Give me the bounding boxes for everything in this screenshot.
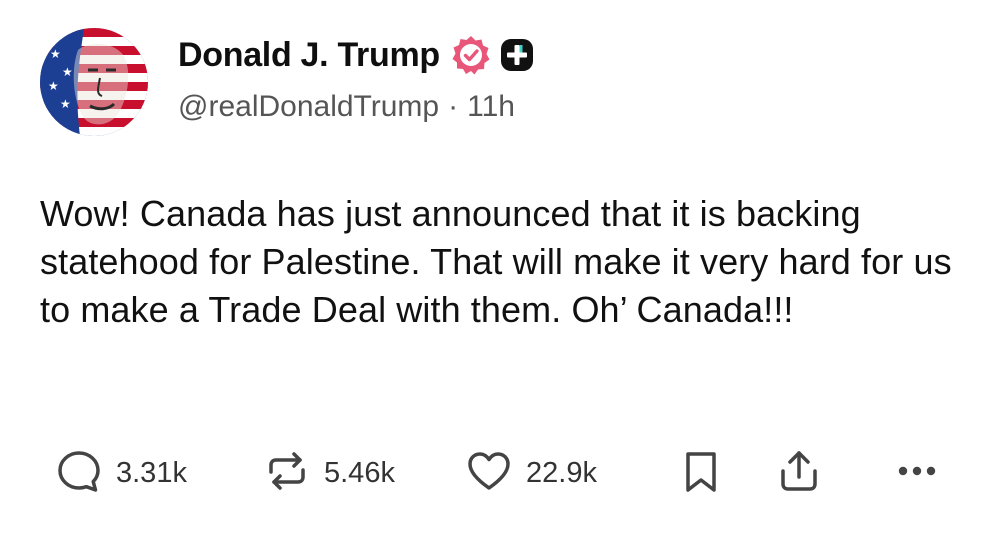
- author-meta: @realDonaldTrump · 11h: [178, 90, 515, 124]
- svg-text:★: ★: [60, 97, 71, 111]
- author-display-name[interactable]: Donald J. Trump: [178, 36, 440, 75]
- repost-count: 5.46k: [324, 456, 395, 489]
- avatar-image: ★ ★ ★ ★: [40, 28, 148, 136]
- reply-button[interactable]: 3.31k: [54, 445, 187, 501]
- heart-icon: [464, 446, 514, 501]
- bookmark-button[interactable]: [676, 445, 726, 501]
- post-timestamp[interactable]: 11h: [467, 90, 515, 124]
- post-card: ★ ★ ★ ★ Donald J. Trump @realDonaldTrump…: [0, 0, 1000, 540]
- like-button[interactable]: 22.9k: [464, 445, 597, 501]
- bookmark-icon: [676, 446, 726, 501]
- reply-count: 3.31k: [116, 456, 187, 489]
- more-icon: [892, 446, 942, 501]
- share-icon: [774, 446, 824, 501]
- repost-icon: [262, 446, 312, 501]
- plus-badge-icon: [500, 38, 534, 72]
- svg-text:★: ★: [48, 79, 59, 93]
- share-button[interactable]: [774, 445, 824, 501]
- verified-badge-icon: [450, 34, 492, 76]
- like-count: 22.9k: [526, 456, 597, 489]
- svg-text:★: ★: [62, 65, 73, 79]
- repost-button[interactable]: 5.46k: [262, 445, 395, 501]
- more-options-button[interactable]: [892, 445, 942, 501]
- author-handle[interactable]: @realDonaldTrump: [178, 90, 439, 124]
- meta-separator: ·: [448, 90, 459, 123]
- comment-icon: [54, 446, 104, 501]
- post-text: Wow! Canada has just announced that it i…: [40, 193, 952, 330]
- avatar[interactable]: ★ ★ ★ ★: [40, 28, 148, 136]
- author-name-row: Donald J. Trump: [178, 30, 534, 80]
- action-bar: 3.31k 5.46k 22.9k: [54, 445, 954, 501]
- svg-text:★: ★: [50, 47, 61, 61]
